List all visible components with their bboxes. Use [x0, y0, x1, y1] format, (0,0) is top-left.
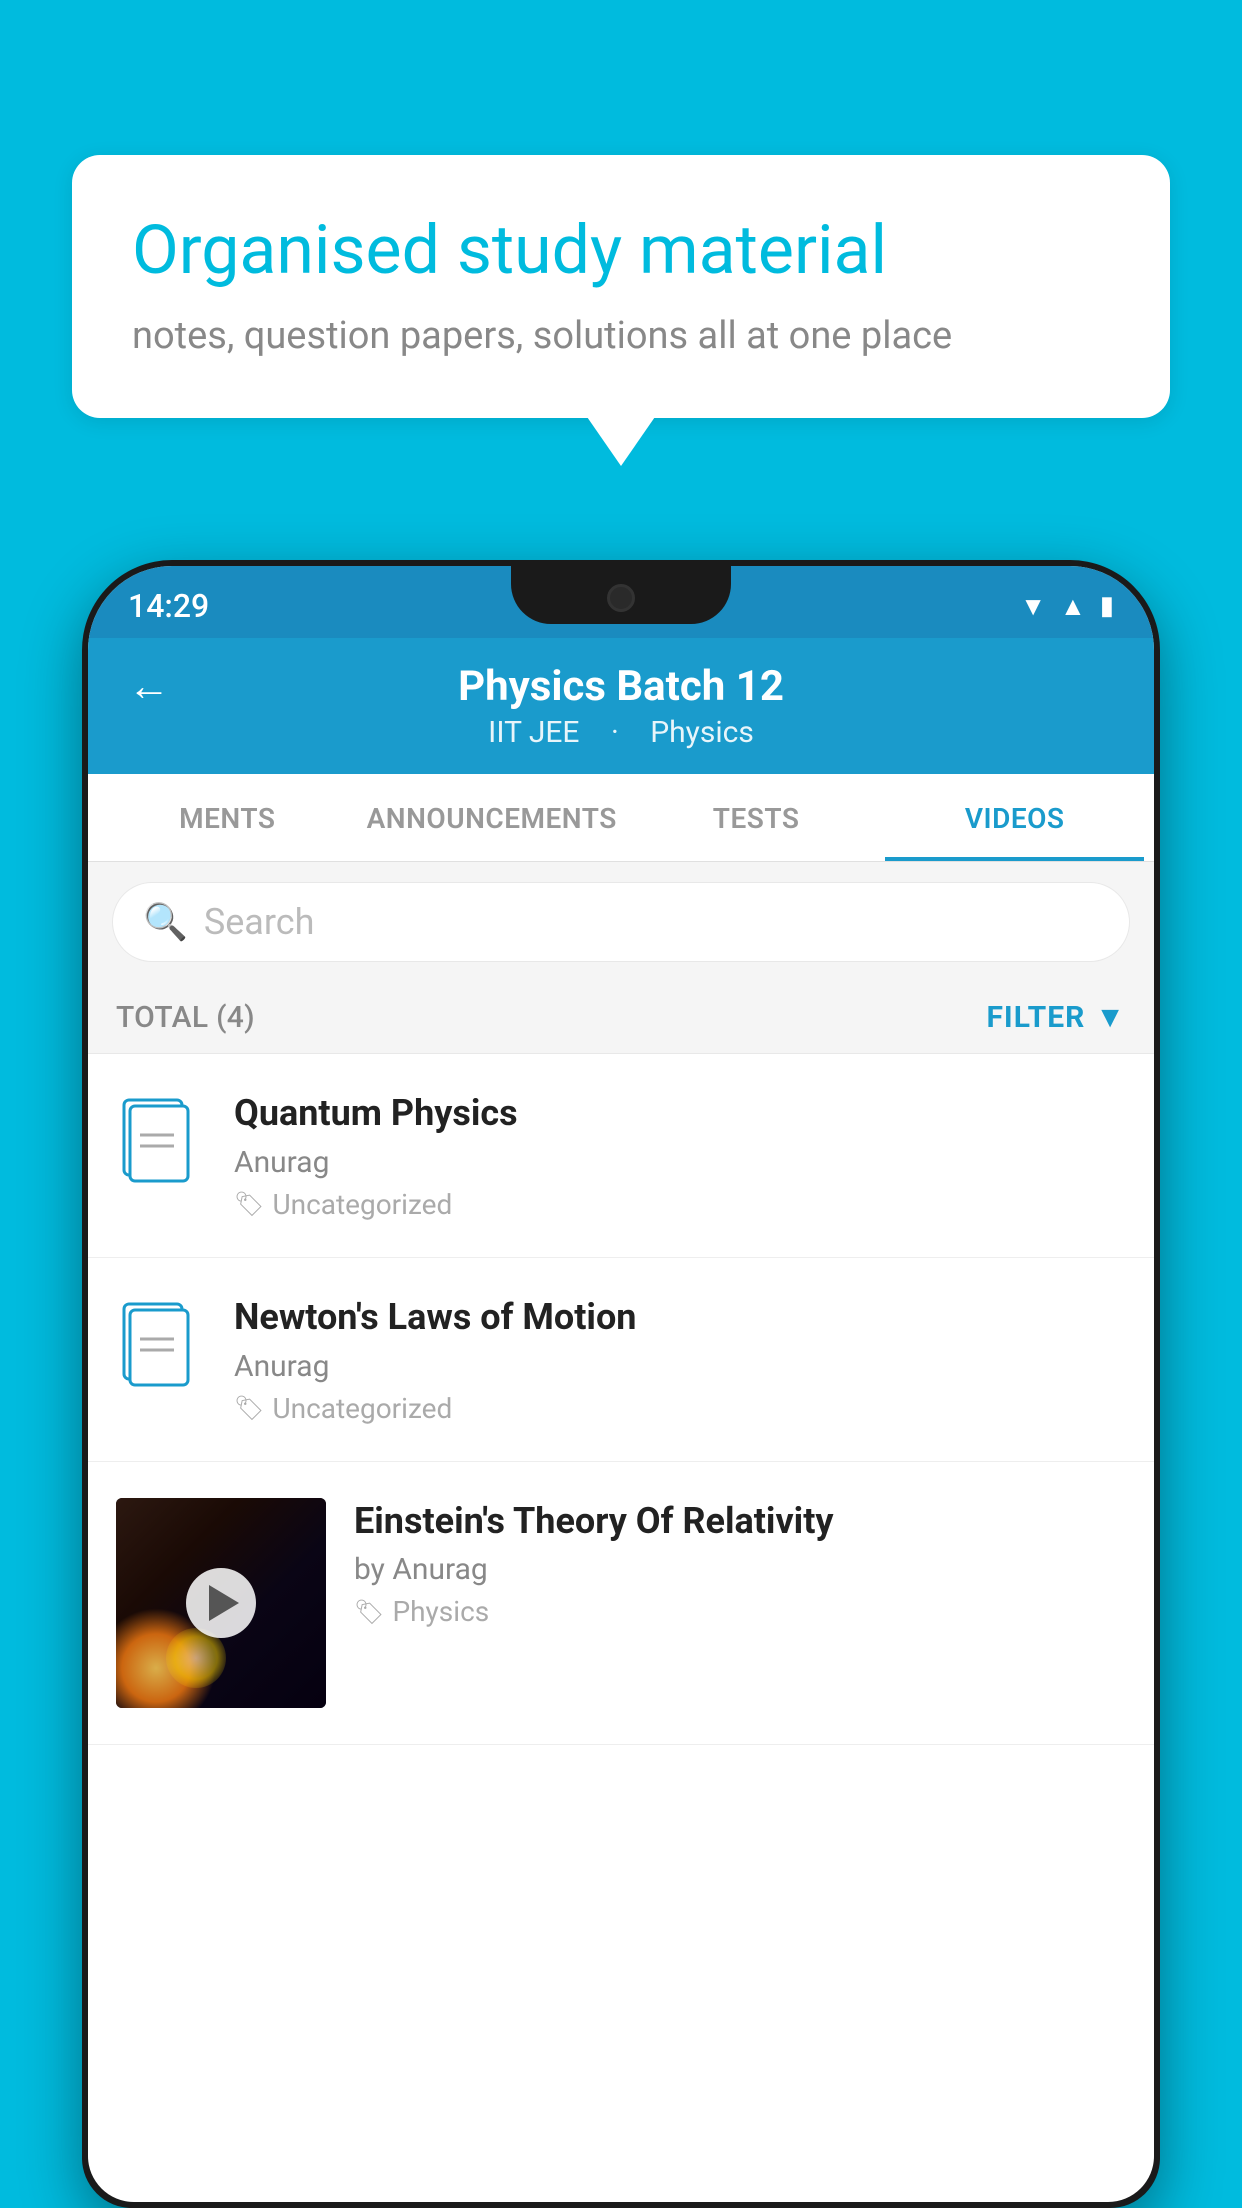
video-author: Anurag	[234, 1349, 1126, 1384]
list-item[interactable]: Newton's Laws of Motion Anurag 🏷 Uncateg…	[88, 1258, 1154, 1462]
search-icon: 🔍	[143, 901, 188, 943]
header-subtitle: IIT JEE · Physics	[128, 715, 1114, 750]
video-list: Quantum Physics Anurag 🏷 Uncategorized	[88, 1054, 1154, 1745]
phone-notch	[511, 566, 731, 624]
phone-frame: 14:29 ▼ ▲ ▮ ← Physics Batch 12 IIT JEE ·…	[82, 560, 1160, 2208]
tabs-bar: MENTS ANNOUNCEMENTS TESTS VIDEOS	[88, 774, 1154, 862]
wifi-icon: ▼	[1020, 591, 1046, 622]
header-subtitle-physics: Physics	[650, 715, 754, 750]
video-tag: 🏷 Uncategorized	[234, 1392, 1126, 1425]
tag-label: Physics	[392, 1595, 489, 1628]
video-title: Quantum Physics	[234, 1090, 1126, 1137]
play-button[interactable]	[186, 1568, 256, 1638]
phone-inner: 14:29 ▼ ▲ ▮ ← Physics Batch 12 IIT JEE ·…	[88, 566, 1154, 2202]
play-icon	[209, 1585, 239, 1621]
video-title: Newton's Laws of Motion	[234, 1294, 1126, 1341]
video-author: Anurag	[234, 1145, 1126, 1180]
video-author: by Anurag	[354, 1552, 1126, 1587]
tag-icon: 🏷	[234, 1394, 264, 1422]
search-bar-wrap: 🔍 Search	[88, 862, 1154, 982]
header-subtitle-iitjee: IIT JEE	[488, 715, 579, 750]
phone-camera	[607, 584, 635, 612]
video-info: Einstein's Theory Of Relativity by Anura…	[354, 1498, 1126, 1629]
file-icon	[116, 1294, 206, 1394]
tab-tests[interactable]: TESTS	[627, 774, 886, 861]
filter-bar: TOTAL (4) FILTER ▼	[88, 982, 1154, 1054]
speech-bubble-title: Organised study material	[132, 210, 1110, 292]
speech-bubble-subtitle: notes, question papers, solutions all at…	[132, 314, 1110, 358]
search-input[interactable]: Search	[204, 901, 315, 943]
battery-icon: ▮	[1100, 591, 1114, 621]
tag-label: Uncategorized	[272, 1392, 452, 1425]
filter-button[interactable]: FILTER ▼	[986, 1000, 1126, 1035]
status-time: 14:29	[128, 587, 209, 625]
status-icons: ▼ ▲ ▮	[1020, 591, 1114, 622]
header-title: Physics Batch 12	[170, 662, 1072, 711]
list-item[interactable]: Quantum Physics Anurag 🏷 Uncategorized	[88, 1054, 1154, 1258]
filter-label: FILTER	[986, 1000, 1085, 1035]
video-tag: 🏷 Uncategorized	[234, 1188, 1126, 1221]
signal-icon: ▲	[1060, 591, 1086, 622]
list-item[interactable]: Einstein's Theory Of Relativity by Anura…	[88, 1462, 1154, 1745]
app-header: ← Physics Batch 12 IIT JEE · Physics	[88, 638, 1154, 774]
file-icon	[116, 1090, 206, 1190]
tag-label: Uncategorized	[272, 1188, 452, 1221]
filter-icon: ▼	[1095, 1000, 1126, 1035]
tag-icon: 🏷	[234, 1190, 264, 1218]
video-title: Einstein's Theory Of Relativity	[354, 1498, 1126, 1545]
video-thumbnail	[116, 1498, 326, 1708]
video-info: Quantum Physics Anurag 🏷 Uncategorized	[234, 1090, 1126, 1221]
speech-bubble: Organised study material notes, question…	[72, 155, 1170, 418]
tab-ments[interactable]: MENTS	[98, 774, 357, 861]
tab-videos[interactable]: VIDEOS	[885, 774, 1144, 861]
video-info: Newton's Laws of Motion Anurag 🏷 Uncateg…	[234, 1294, 1126, 1425]
video-tag: 🏷 Physics	[354, 1595, 1126, 1628]
header-subtitle-sep: ·	[611, 715, 626, 750]
tag-icon: 🏷	[354, 1598, 384, 1626]
search-bar[interactable]: 🔍 Search	[112, 882, 1130, 962]
back-button[interactable]: ←	[128, 662, 170, 711]
total-count-label: TOTAL (4)	[116, 1000, 255, 1035]
tab-announcements[interactable]: ANNOUNCEMENTS	[357, 774, 627, 861]
